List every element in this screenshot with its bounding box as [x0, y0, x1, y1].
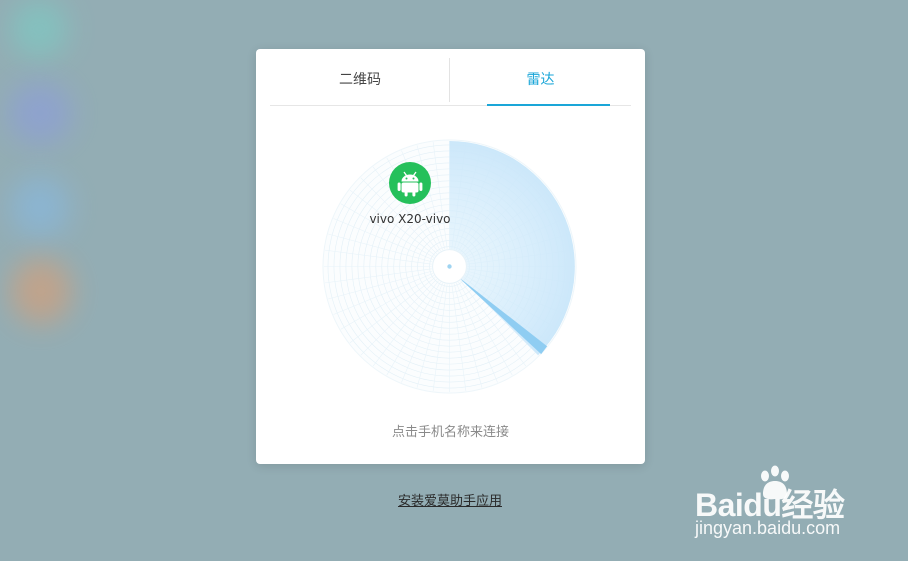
- connect-hint: 点击手机名称来连接: [391, 425, 509, 440]
- install-app-link[interactable]: 安装爱莫助手应用: [394, 490, 506, 509]
- device-name: vivo X20-vivo: [369, 212, 451, 226]
- connect-dialog: 二维码 雷达 vivo X20-vivo 点击手机名称来连接: [256, 49, 645, 464]
- tab-qr-code[interactable]: 二维码: [270, 58, 450, 105]
- watermark-url: jingyan.baidu.com: [695, 518, 841, 538]
- device-vivo-x20[interactable]: vivo X20-vivo: [362, 162, 458, 226]
- radar-center-dot: [447, 264, 452, 269]
- background-blur-blob: [10, 258, 72, 324]
- background-blur-blob: [10, 0, 68, 58]
- background-blur-blob: [8, 82, 72, 144]
- background-blur-blob: [10, 176, 70, 238]
- active-tab-indicator: [487, 104, 610, 106]
- android-icon: [389, 162, 431, 204]
- tab-bar: 二维码 雷达: [270, 58, 631, 106]
- tab-radar[interactable]: 雷达: [450, 58, 631, 105]
- watermark: Baidu经验 jingyan.baidu.com: [693, 464, 873, 546]
